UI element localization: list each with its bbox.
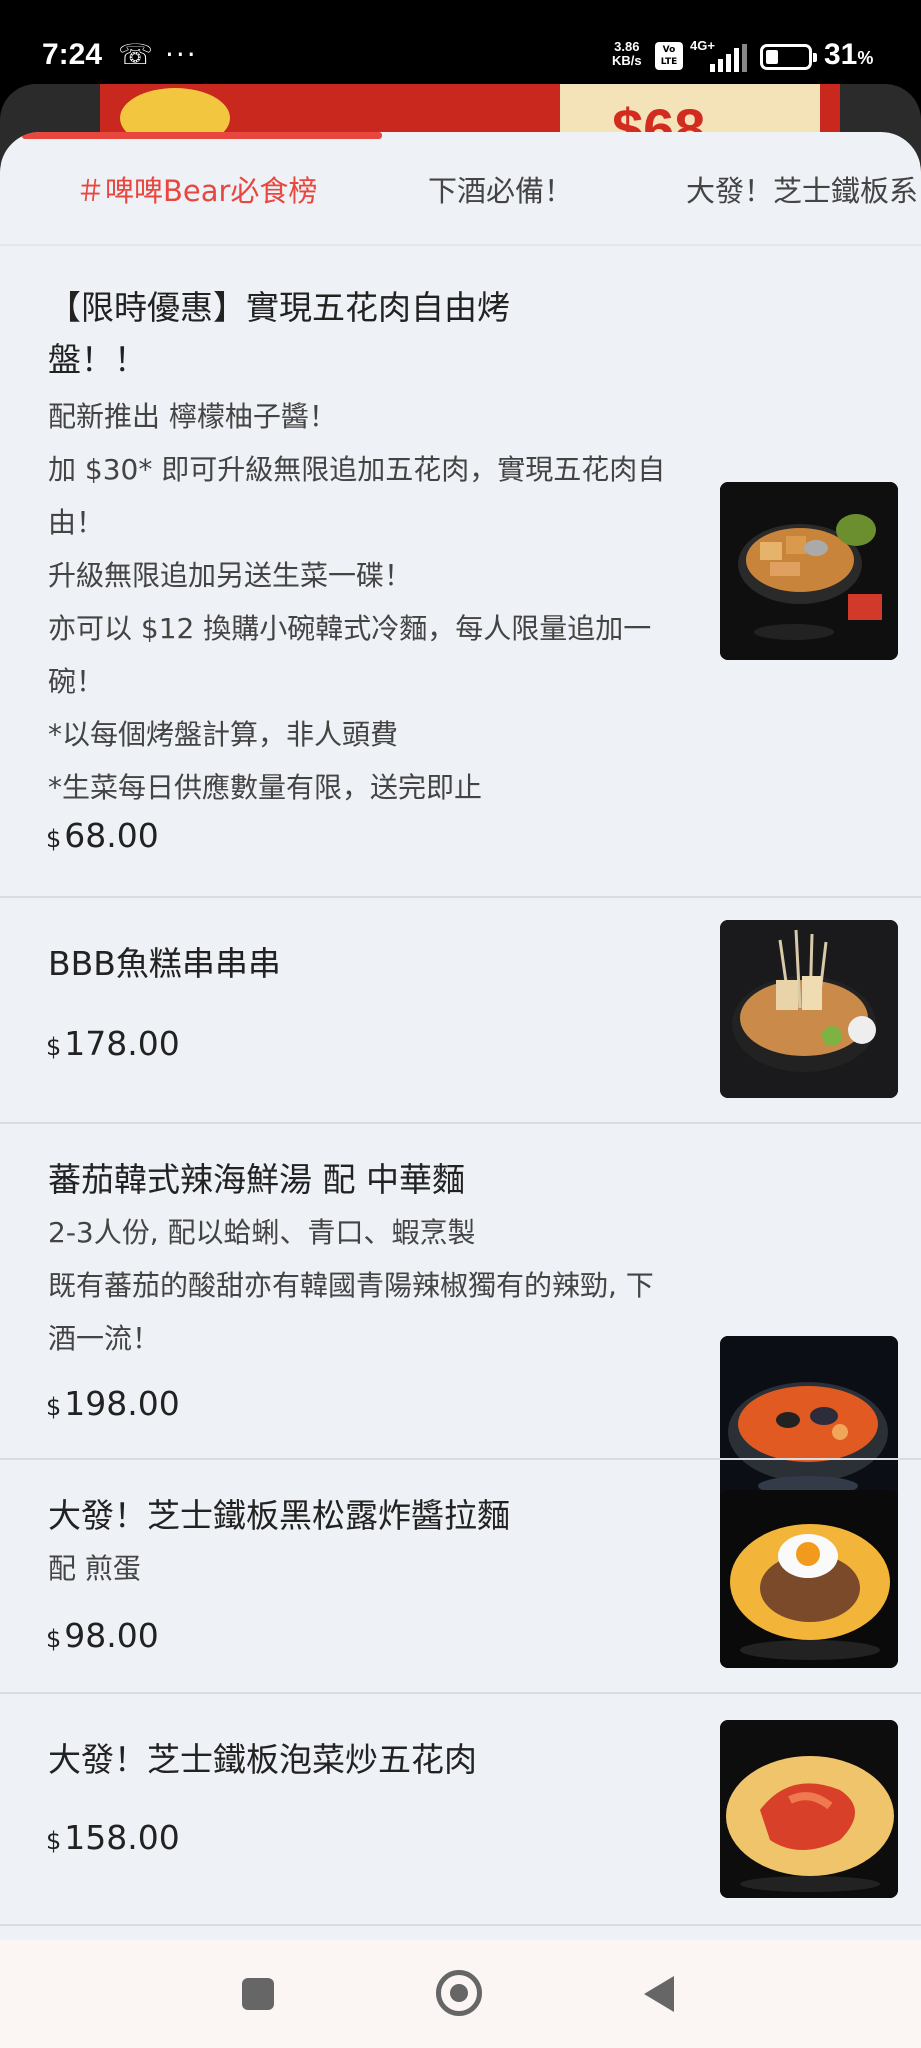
tab-drinking-snacks[interactable]: 下酒必備！ [428,168,573,210]
item-image[interactable] [720,1490,898,1668]
item-price: $68.00 [46,816,159,855]
item-price: $178.00 [46,1024,180,1063]
kimchi-pork-image [720,1720,898,1898]
network-speed-value: 3.86 [614,39,640,54]
price-value: 178.00 [64,1024,180,1063]
battery-percent-value: 31 [824,38,858,71]
volte-icon: Vo LTE [655,42,683,70]
battery-percent: 31% [824,38,873,72]
system-nav-bar [0,1940,921,2048]
battery-percent-sign: % [857,48,874,68]
item-image[interactable] [720,482,898,660]
item-title: 【限時優惠】實現五花肉自由烤盤！！ [48,288,510,379]
tab-bear-must-eat[interactable]: ＃啤啤Bear必食榜 [76,168,317,210]
home-icon[interactable] [436,1970,482,2016]
item-title: BBB魚糕串串串 [48,944,281,983]
bbq-plate-image [720,482,898,660]
call-forward-icon: ☏ [118,38,154,71]
item-title: 大發！芝士鐵板泡菜炒五花肉 [48,1740,477,1779]
network-speed: 3.86 KB/s [612,40,642,68]
more-notifications-icon: ··· [165,38,198,71]
menu-item[interactable]: 蕃茄韓式辣海鮮湯 配 中華麵 2-3人份, 配以蛤蜊、青口、蝦烹製 既有蕃茄的酸… [0,1124,921,1514]
menu-item[interactable]: 大發！芝士鐵板黑松露炸醬拉麵 配 煎蛋 $98.00 [0,1460,921,1692]
battery-icon [760,44,817,70]
price-currency: $ [46,1827,62,1855]
item-divider [0,1924,921,1926]
item-description: 配新推出 檸檬柚子醬！ 加 $30* 即可升級無限追加五花肉，實現五花肉自由！ … [48,400,666,804]
signal-icon [710,44,747,72]
price-currency: $ [46,1625,62,1653]
item-description: 配 煎蛋 [48,1552,141,1585]
price-currency: $ [46,1033,62,1061]
item-price: $198.00 [46,1384,180,1423]
item-image[interactable] [720,920,898,1098]
price-value: 98.00 [64,1616,159,1655]
price-value: 158.00 [64,1818,180,1857]
fishcake-skewer-image [720,920,898,1098]
item-description: 2-3人份, 配以蛤蜊、青口、蝦烹製 既有蕃茄的酸甜亦有韓國青陽辣椒獨有的辣勁,… [48,1216,654,1355]
price-value: 198.00 [64,1384,180,1423]
price-currency: $ [46,825,62,853]
home-dot [450,1984,468,2002]
back-icon[interactable] [644,1976,674,2012]
menu-sheet[interactable]: ＃啤啤Bear必食榜 下酒必備！ 大發！芝士鐵板系 【限時優惠】實現五花肉自由烤… [0,132,921,1940]
category-tabs[interactable]: ＃啤啤Bear必食榜 下酒必備！ 大發！芝士鐵板系 [0,132,921,244]
item-image[interactable] [720,1720,898,1898]
item-title: 大發！芝士鐵板黑松露炸醬拉麵 [48,1496,510,1535]
menu-item[interactable]: 大發！芝士鐵板泡菜炒五花肉 $158.00 [0,1694,921,1924]
tab-cheese-hotplate[interactable]: 大發！芝士鐵板系 [686,168,918,210]
menu-item[interactable]: BBB魚糕串串串 $178.00 [0,898,921,1122]
network-speed-unit: KB/s [612,53,642,68]
battery-fill [766,50,778,64]
status-time: 7:24 [42,38,103,71]
menu-item[interactable]: 【限時優惠】實現五花肉自由烤盤！！ 配新推出 檸檬柚子醬！ 加 $30* 即可升… [0,246,921,896]
price-currency: $ [46,1393,62,1421]
cheese-noodle-image [720,1490,898,1668]
item-price: $158.00 [46,1818,180,1857]
price-value: 68.00 [64,816,159,855]
item-price: $98.00 [46,1616,159,1655]
recents-icon[interactable] [242,1978,274,2010]
item-title: 蕃茄韓式辣海鮮湯 配 中華麵 [48,1160,465,1199]
